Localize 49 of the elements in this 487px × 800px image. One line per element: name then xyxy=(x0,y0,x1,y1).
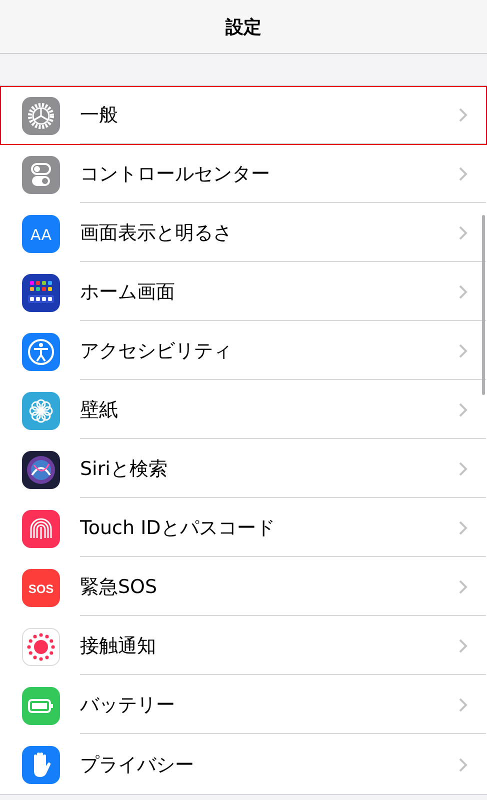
chevron-icon xyxy=(458,638,468,654)
battery-icon xyxy=(22,686,60,724)
row-label: 画面表示と明るさ xyxy=(80,221,233,246)
row-label: バッテリー xyxy=(80,693,176,718)
chevron-icon xyxy=(458,461,468,477)
hand-icon xyxy=(22,746,60,784)
settings-row[interactable]: コントロールセンター xyxy=(0,145,487,204)
settings-row[interactable]: AA 画面表示と明るさ xyxy=(0,204,487,263)
toggle-switches-icon xyxy=(22,156,60,194)
row-label: 接触通知 xyxy=(80,634,157,659)
row-label: プライバシー xyxy=(80,752,195,778)
chevron-icon xyxy=(458,166,468,182)
row-label: コントロールセンター xyxy=(80,162,271,187)
orb-icon xyxy=(22,450,60,488)
person-icon xyxy=(22,332,60,370)
settings-row[interactable]: 壁紙 xyxy=(0,381,487,440)
settings-row[interactable]: Touch IDとパスコード xyxy=(0,499,487,558)
row-label: 壁紙 xyxy=(80,398,119,423)
flower-icon xyxy=(22,392,60,430)
highlighted-settings-row[interactable]: 一般 xyxy=(0,86,487,145)
chevron-icon xyxy=(458,107,468,123)
sos-icon: SOS xyxy=(22,568,60,606)
row-label: Siriと検索 xyxy=(80,457,168,482)
chevron-icon xyxy=(458,284,468,300)
settings-row[interactable]: アクセシビリティ xyxy=(0,322,487,381)
chevron-icon xyxy=(458,756,468,772)
row-label: アクセシビリティ xyxy=(80,339,233,364)
chevron-icon xyxy=(458,402,468,418)
settings-row[interactable]: SOS 緊急SOS xyxy=(0,558,487,617)
app-grid-icon xyxy=(22,274,60,312)
row-label: Touch IDとパスコード xyxy=(80,516,276,541)
settings-row[interactable]: 接触通知 xyxy=(0,617,487,676)
screen-title: 設定 xyxy=(226,16,262,38)
chevron-icon xyxy=(458,343,468,359)
chevron-icon xyxy=(458,225,468,241)
settings-row[interactable]: ホーム画面 xyxy=(0,263,487,322)
chevron-icon xyxy=(458,520,468,536)
settings-row[interactable]: プライバシー xyxy=(0,735,487,794)
fingerprint-icon xyxy=(22,510,60,548)
chevron-icon xyxy=(458,697,468,713)
settings-icon xyxy=(22,96,60,134)
text-size-icon: AA xyxy=(22,214,60,252)
settings-row[interactable]: バッテリー xyxy=(0,676,487,735)
row-label: 一般 xyxy=(80,103,119,128)
row-label: ホーム画面 xyxy=(80,280,176,305)
row-label: 緊急SOS xyxy=(80,575,158,600)
dotted-sun-icon xyxy=(22,628,60,666)
settings-row[interactable]: Siriと検索 xyxy=(0,440,487,499)
chevron-icon xyxy=(458,579,468,595)
